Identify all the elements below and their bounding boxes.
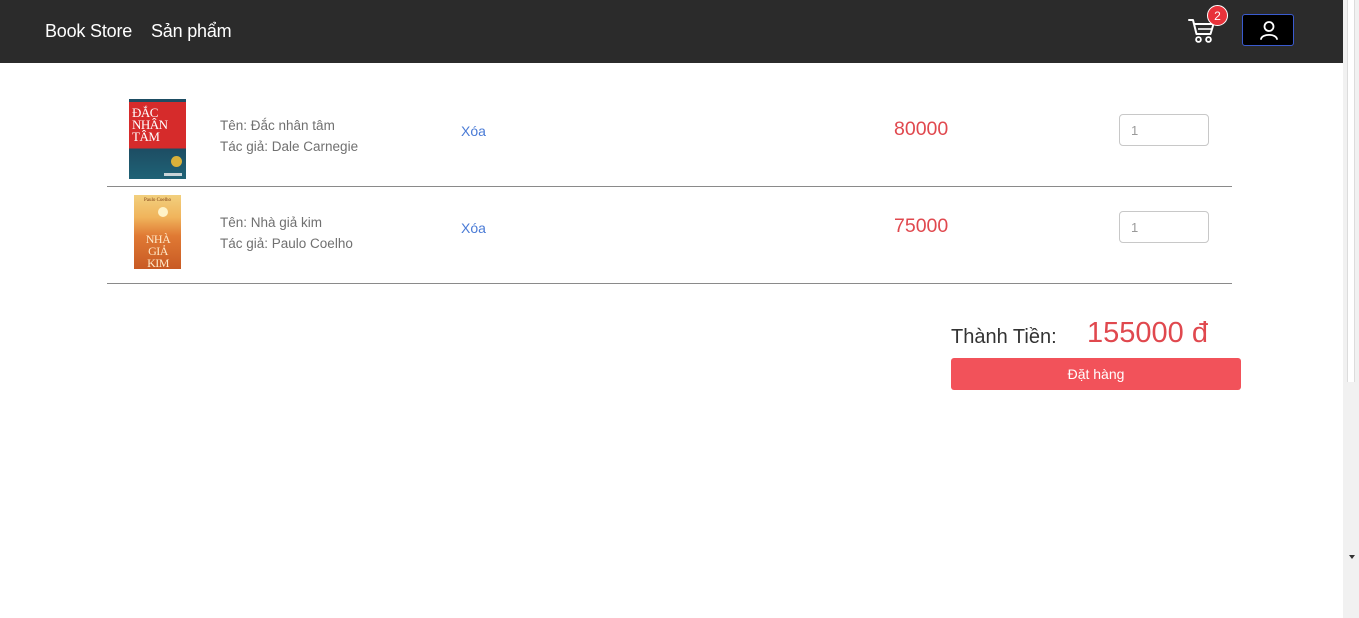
book-author: Tác giả: Paulo Coelho [220, 236, 353, 251]
cart-button[interactable]: 2 [1186, 5, 1228, 46]
book-info: Tên: Nhà giả kim Tác giả: Paulo Coelho [220, 212, 353, 254]
brand-link[interactable]: Book Store [45, 19, 132, 43]
total-label: Thành Tiền: [951, 326, 1057, 348]
cart-list: ĐẮC NHÂN TÂM Tên: Đắc nhân tâm Tác giả: … [107, 90, 1232, 284]
book-name: Tên: Đắc nhân tâm [220, 118, 335, 133]
quantity-input[interactable] [1119, 211, 1209, 243]
book-author: Tác giả: Dale Carnegie [220, 139, 359, 154]
cover-author: Paulo Coelho [143, 198, 172, 203]
page-scrollbar[interactable] [1343, 0, 1359, 618]
cover-title: ĐẮC NHÂN TÂM [132, 105, 168, 144]
total-value: 155000 đ [1087, 317, 1208, 349]
page: Book Store Sản phẩm 2 ĐẮC NHÂN TÂM Tên: … [0, 0, 1359, 618]
scrollbar-thumb[interactable] [1347, 0, 1355, 382]
user-icon [1260, 21, 1278, 40]
item-price: 75000 [894, 215, 949, 237]
cover-strip [164, 173, 182, 176]
book-cover-image: Paulo Coelho NHÀ GIẢ KIM [134, 195, 181, 269]
cart-count-badge: 2 [1207, 5, 1228, 26]
quantity-input[interactable] [1119, 114, 1209, 146]
cover-title: NHÀ GIẢ KIM [145, 232, 171, 269]
cover-badge [171, 156, 182, 167]
nav-link-products[interactable]: Sản phẩm [151, 19, 232, 43]
navbar: Book Store Sản phẩm 2 [0, 0, 1343, 63]
cart-row: ĐẮC NHÂN TÂM Tên: Đắc nhân tâm Tác giả: … [107, 90, 1232, 187]
cover-sun [158, 207, 168, 217]
item-price: 80000 [894, 118, 949, 140]
cart-row: Paulo Coelho NHÀ GIẢ KIM Tên: Nhà giả ki… [107, 187, 1232, 284]
book-name: Tên: Nhà giả kim [220, 215, 323, 230]
delete-item-link[interactable]: Xóa [461, 218, 486, 238]
place-order-button[interactable]: Đặt hàng [951, 358, 1241, 390]
book-cover-image: ĐẮC NHÂN TÂM [129, 99, 186, 179]
scroll-down-arrow-icon[interactable] [1349, 555, 1355, 559]
user-account-button[interactable] [1242, 14, 1294, 46]
book-info: Tên: Đắc nhân tâm Tác giả: Dale Carnegie [220, 115, 358, 157]
delete-item-link[interactable]: Xóa [461, 121, 486, 141]
